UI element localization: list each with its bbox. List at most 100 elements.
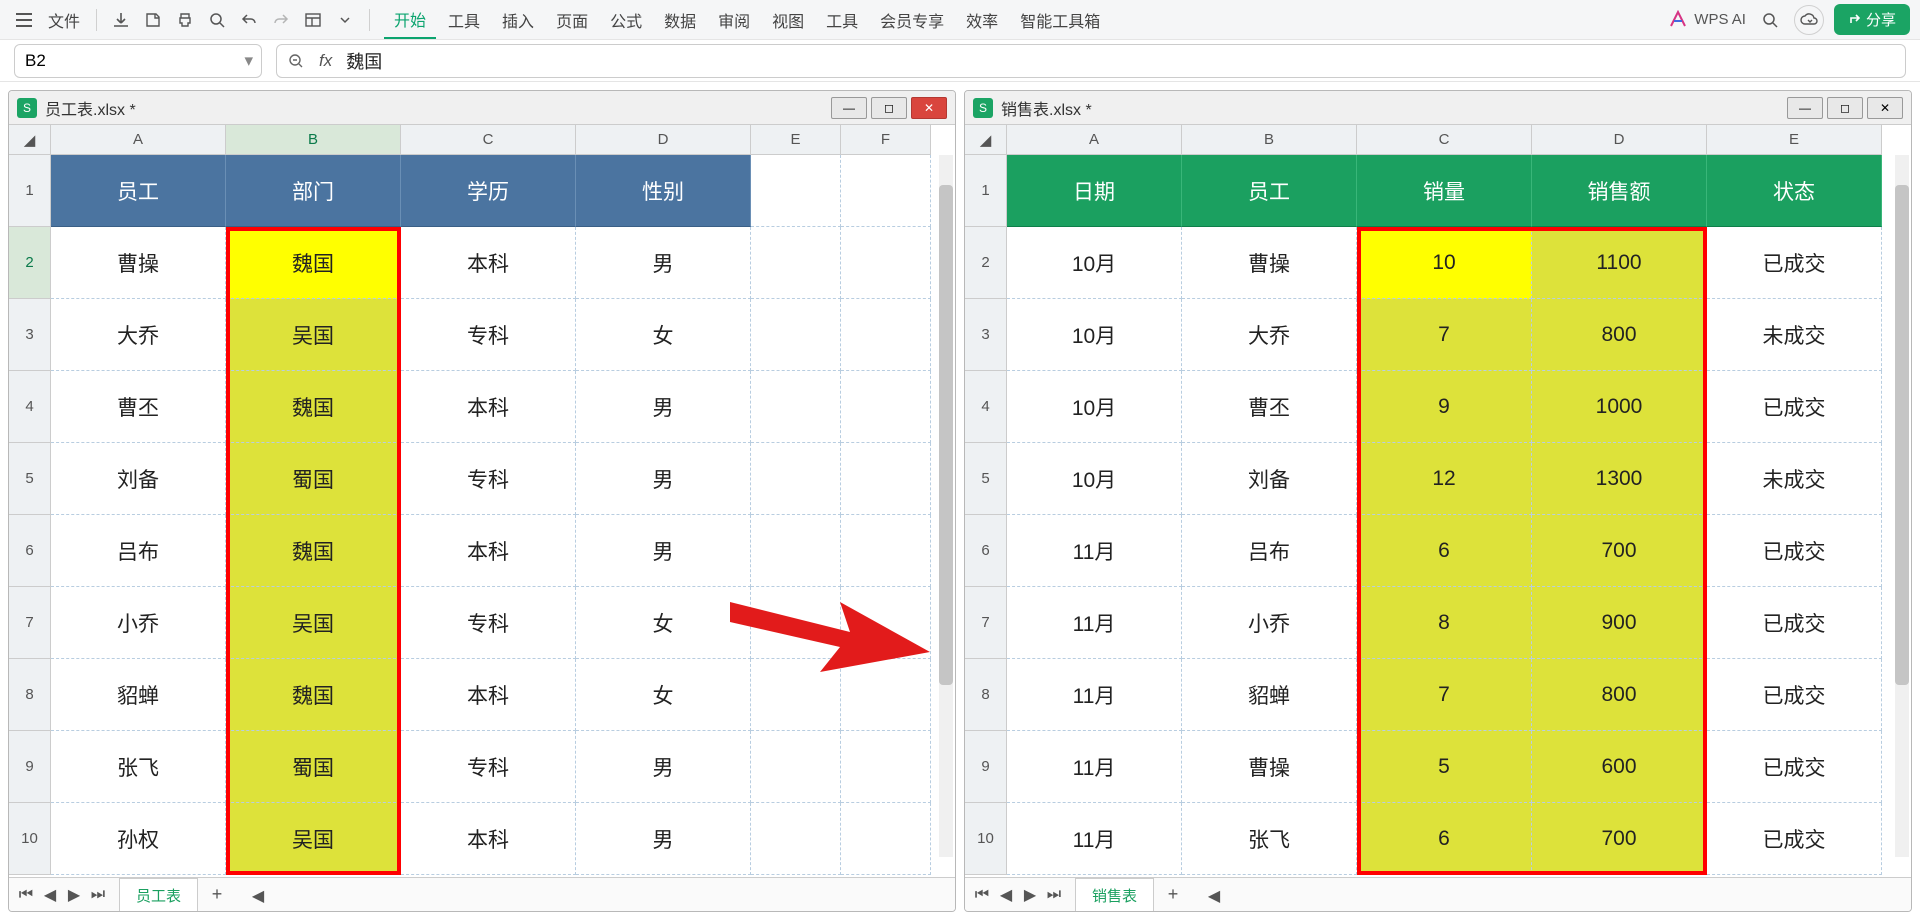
empty-cell[interactable] [751, 155, 841, 227]
row-header-7[interactable]: 7 [965, 587, 1007, 659]
tab-smarttools[interactable]: 智能工具箱 [1010, 2, 1110, 38]
sheet-tab-active[interactable]: 员工表 [119, 878, 198, 912]
data-cell[interactable]: 专科 [401, 443, 576, 515]
data-cell[interactable]: 10月 [1007, 227, 1182, 299]
tab-member[interactable]: 会员专享 [870, 2, 954, 38]
data-cell[interactable]: 小乔 [51, 587, 226, 659]
data-cell[interactable]: 魏国 [226, 515, 401, 587]
data-cell[interactable]: 5 [1357, 731, 1532, 803]
minimize-button[interactable]: — [1787, 97, 1823, 119]
empty-cell[interactable] [751, 299, 841, 371]
data-cell[interactable]: 800 [1532, 659, 1707, 731]
th-cell[interactable]: 学历 [401, 155, 576, 227]
col-header-E[interactable]: E [751, 125, 841, 155]
sheet-first-icon[interactable]: ⏮ [971, 884, 993, 906]
sheet-prev-icon[interactable]: ◀ [995, 884, 1017, 906]
col-header-B[interactable]: B [226, 125, 401, 155]
data-cell[interactable]: 900 [1532, 587, 1707, 659]
undo-icon[interactable] [235, 6, 263, 34]
add-sheet-button[interactable]: + [1160, 882, 1186, 908]
sheet-prev-icon[interactable]: ◀ [39, 884, 61, 906]
empty-cell[interactable] [751, 515, 841, 587]
data-cell[interactable]: 1100 [1532, 227, 1707, 299]
data-cell[interactable]: 曹操 [51, 227, 226, 299]
empty-cell[interactable] [751, 371, 841, 443]
sheet-first-icon[interactable]: ⏮ [15, 884, 37, 906]
th-cell[interactable]: 部门 [226, 155, 401, 227]
row-header-9[interactable]: 9 [965, 731, 1007, 803]
data-cell[interactable]: 张飞 [1182, 803, 1357, 875]
sheet-next-icon[interactable]: ▶ [63, 884, 85, 906]
tab-page[interactable]: 页面 [546, 2, 598, 38]
data-cell[interactable]: 曹丕 [51, 371, 226, 443]
data-cell[interactable]: 10 [1357, 227, 1532, 299]
data-cell[interactable]: 10月 [1007, 371, 1182, 443]
data-cell[interactable]: 张飞 [51, 731, 226, 803]
close-button[interactable]: ✕ [911, 97, 947, 119]
empty-cell[interactable] [841, 515, 931, 587]
save-icon[interactable] [107, 6, 135, 34]
data-cell[interactable]: 魏国 [226, 659, 401, 731]
cloud-sync-icon[interactable] [1794, 5, 1824, 35]
right-sheet-area[interactable]: ◢ A B C D E 1 日期 员工 销量 销售额 状态 2 10月 曹操 1… [965, 125, 1911, 877]
data-cell[interactable]: 11月 [1007, 587, 1182, 659]
data-cell[interactable]: 蜀国 [226, 443, 401, 515]
empty-cell[interactable] [841, 299, 931, 371]
data-cell[interactable]: 10月 [1007, 299, 1182, 371]
hscroll-bar[interactable]: ◀ [250, 888, 949, 902]
data-cell[interactable]: 11月 [1007, 803, 1182, 875]
data-cell[interactable]: 男 [576, 803, 751, 875]
col-header-C[interactable]: C [1357, 125, 1532, 155]
data-cell[interactable]: 已成交 [1707, 371, 1882, 443]
row-header-5[interactable]: 5 [9, 443, 51, 515]
tab-start[interactable]: 开始 [384, 1, 436, 39]
maximize-button[interactable]: ◻ [871, 97, 907, 119]
hscroll-left-icon[interactable]: ◀ [250, 888, 266, 904]
empty-cell[interactable] [841, 155, 931, 227]
empty-cell[interactable] [751, 587, 841, 659]
sheet-last-icon[interactable]: ⏭ [87, 884, 109, 906]
close-button[interactable]: ✕ [1867, 97, 1903, 119]
row-header-6[interactable]: 6 [9, 515, 51, 587]
data-cell[interactable]: 已成交 [1707, 515, 1882, 587]
wps-ai-brand[interactable]: WPS AI [1668, 10, 1746, 30]
row-header-7[interactable]: 7 [9, 587, 51, 659]
data-cell[interactable]: 吴国 [226, 803, 401, 875]
chevron-down-icon[interactable]: ▾ [244, 51, 253, 71]
row-header-1[interactable]: 1 [965, 155, 1007, 227]
data-cell[interactable]: 已成交 [1707, 659, 1882, 731]
empty-cell[interactable] [841, 587, 931, 659]
data-cell[interactable]: 已成交 [1707, 227, 1882, 299]
data-cell[interactable]: 未成交 [1707, 443, 1882, 515]
data-cell[interactable]: 本科 [401, 803, 576, 875]
data-cell[interactable]: 专科 [401, 299, 576, 371]
data-cell[interactable]: 魏国 [226, 227, 401, 299]
preview-icon[interactable] [203, 6, 231, 34]
data-cell[interactable]: 男 [576, 731, 751, 803]
data-cell[interactable]: 11月 [1007, 659, 1182, 731]
data-cell[interactable]: 貂蝉 [51, 659, 226, 731]
data-cell[interactable]: 已成交 [1707, 587, 1882, 659]
data-cell[interactable]: 男 [576, 371, 751, 443]
data-cell[interactable]: 貂蝉 [1182, 659, 1357, 731]
share-button[interactable]: 分享 [1834, 4, 1910, 35]
tab-tools[interactable]: 工具 [438, 2, 490, 38]
data-cell[interactable]: 曹操 [1182, 227, 1357, 299]
th-cell[interactable]: 员工 [51, 155, 226, 227]
col-header-C[interactable]: C [401, 125, 576, 155]
data-cell[interactable]: 6 [1357, 803, 1532, 875]
data-cell[interactable]: 男 [576, 515, 751, 587]
col-header-B[interactable]: B [1182, 125, 1357, 155]
vscroll-thumb[interactable] [939, 185, 953, 685]
export-icon[interactable] [139, 6, 167, 34]
data-cell[interactable]: 男 [576, 443, 751, 515]
add-sheet-button[interactable]: + [204, 882, 230, 908]
data-cell[interactable]: 本科 [401, 659, 576, 731]
select-all-corner[interactable]: ◢ [9, 125, 51, 155]
menu-icon[interactable] [10, 6, 38, 34]
data-cell[interactable]: 9 [1357, 371, 1532, 443]
sheet-tab-active[interactable]: 销售表 [1075, 878, 1154, 912]
tab-efficiency[interactable]: 效率 [956, 2, 1008, 38]
select-all-corner[interactable]: ◢ [965, 125, 1007, 155]
data-cell[interactable]: 吴国 [226, 299, 401, 371]
